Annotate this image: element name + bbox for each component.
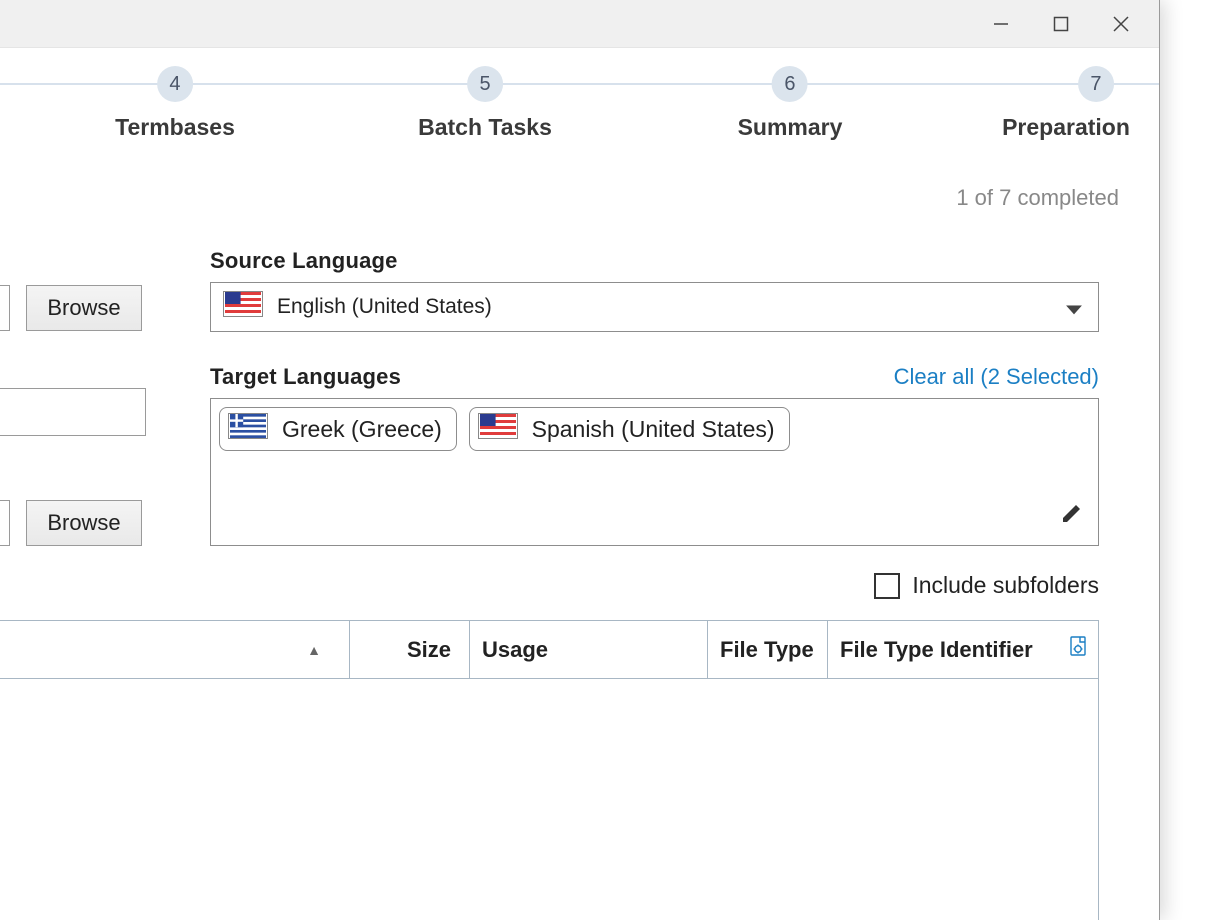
target-language-chip-spanish-us[interactable]: Spanish (United States): [469, 407, 790, 451]
column-header-file-type[interactable]: File Type: [708, 621, 828, 678]
browse-button[interactable]: Browse: [26, 285, 142, 331]
gear-icon[interactable]: [1068, 636, 1088, 664]
column-header-size[interactable]: Size: [350, 621, 470, 678]
target-language-chip-greek[interactable]: Greek (Greece): [219, 407, 457, 451]
step-label: Summary: [738, 114, 843, 141]
step-summary[interactable]: 6 Summary: [738, 66, 843, 141]
source-language-label: Source Language: [210, 248, 1099, 274]
chevron-down-icon: [1066, 297, 1082, 321]
panel-edge: [0, 285, 10, 331]
source-language-dropdown[interactable]: English (United States): [210, 282, 1099, 332]
chip-label: Spanish (United States): [532, 416, 775, 443]
target-languages-label: Target Languages: [210, 364, 401, 390]
dialog-window: 4 Termbases 5 Batch Tasks 6 Summary 7 Pr…: [0, 0, 1160, 920]
edit-icon[interactable]: [1060, 501, 1084, 531]
panel-edge: [0, 500, 10, 546]
table-body-empty: [0, 679, 1098, 920]
step-label: Termbases: [115, 114, 235, 141]
column-header-identifier[interactable]: File Type Identifier: [828, 621, 1098, 678]
us-flag-icon: [478, 413, 518, 445]
clear-all-link[interactable]: Clear all (2 Selected): [894, 364, 1099, 390]
minimize-icon: [992, 15, 1010, 33]
maximize-button[interactable]: [1031, 4, 1091, 44]
step-label: Batch Tasks: [418, 114, 552, 141]
target-languages-box[interactable]: Greek (Greece) Spanish (United States): [210, 398, 1099, 546]
column-header-identifier-label: File Type Identifier: [840, 637, 1033, 663]
source-language-value: English (United States): [277, 295, 492, 319]
include-subfolders-row: Include subfolders: [874, 572, 1099, 599]
step-termbases[interactable]: 4 Termbases: [115, 66, 235, 141]
step-batch-tasks[interactable]: 5 Batch Tasks: [418, 66, 552, 141]
step-preparation[interactable]: 7 Preparation: [1032, 66, 1160, 141]
table-header: ▲ Size Usage File Type File Type Identif…: [0, 621, 1098, 679]
progress-text: 1 of 7 completed: [956, 185, 1119, 211]
title-bar: [0, 0, 1159, 48]
step-number: 5: [467, 66, 503, 102]
step-number: 7: [1078, 66, 1114, 102]
step-number: 6: [772, 66, 808, 102]
us-flag-icon: [223, 291, 263, 323]
language-panel: Source Language English (United States) …: [210, 248, 1099, 546]
step-label: Preparation: [1002, 114, 1130, 141]
maximize-icon: [1053, 16, 1069, 32]
step-number: 4: [157, 66, 193, 102]
column-header-usage[interactable]: Usage: [470, 621, 708, 678]
browse-button[interactable]: Browse: [26, 500, 142, 546]
greece-flag-icon: [228, 413, 268, 445]
include-subfolders-label: Include subfolders: [912, 572, 1099, 599]
sort-asc-icon: ▲: [307, 642, 321, 658]
column-header-name[interactable]: ▲: [0, 621, 350, 678]
files-table: ▲ Size Usage File Type File Type Identif…: [0, 620, 1099, 920]
text-input-partial[interactable]: [0, 388, 146, 436]
close-button[interactable]: [1091, 4, 1151, 44]
wizard-stepper: 4 Termbases 5 Batch Tasks 6 Summary 7 Pr…: [0, 58, 1159, 168]
minimize-button[interactable]: [971, 4, 1031, 44]
close-icon: [1112, 15, 1130, 33]
chip-label: Greek (Greece): [282, 416, 442, 443]
include-subfolders-checkbox[interactable]: [874, 573, 900, 599]
